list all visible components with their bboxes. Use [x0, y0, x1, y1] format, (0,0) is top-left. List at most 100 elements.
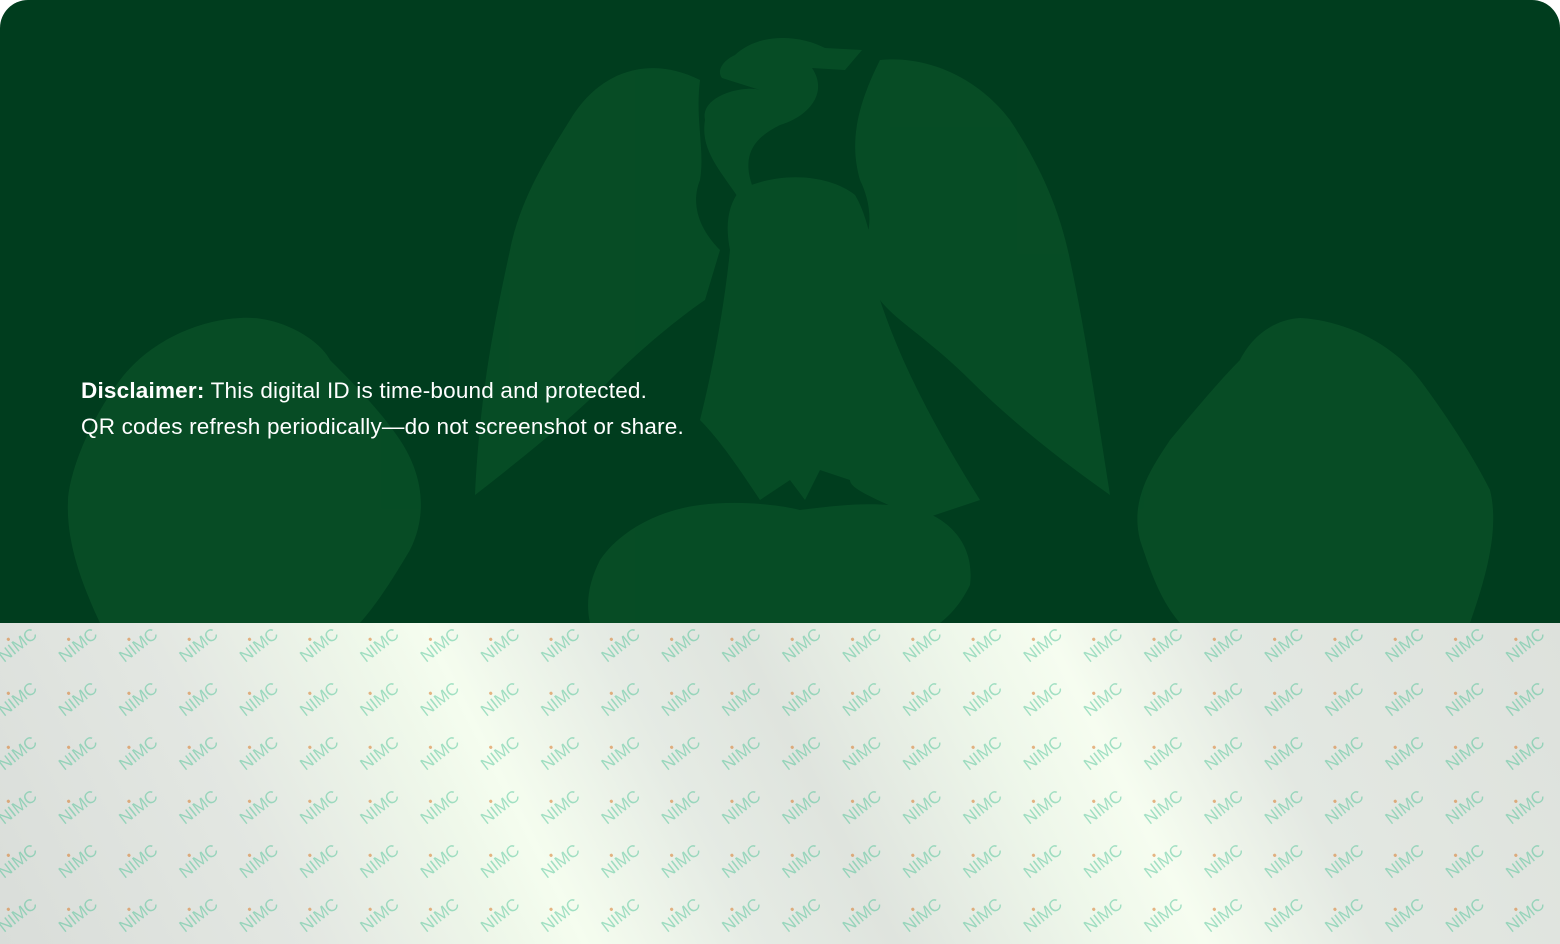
svg-text:NIMC: NIMC: [1080, 894, 1126, 936]
svg-text:NIMC: NIMC: [357, 894, 403, 936]
svg-text:NIMC: NIMC: [296, 840, 342, 882]
svg-text:NIMC: NIMC: [0, 678, 41, 720]
svg-text:NIMC: NIMC: [236, 840, 282, 882]
svg-text:NIMC: NIMC: [598, 678, 644, 720]
svg-text:NIMC: NIMC: [779, 624, 825, 666]
nimc-watermark-mark: NIMC: [1321, 678, 1367, 720]
svg-text:NIMC: NIMC: [1261, 894, 1307, 936]
svg-text:NIMC: NIMC: [176, 840, 222, 882]
nimc-watermark-mark: NIMC: [477, 894, 523, 936]
nimc-watermark-mark: NIMC: [115, 894, 161, 936]
nimc-watermark-mark: NIMC: [1140, 840, 1186, 882]
nimc-watermark-mark: NIMC: [1201, 624, 1247, 666]
svg-text:NIMC: NIMC: [598, 624, 644, 666]
svg-text:NIMC: NIMC: [1502, 840, 1548, 882]
svg-text:NIMC: NIMC: [176, 732, 222, 774]
nimc-watermark-mark: NIMC: [960, 894, 1006, 936]
svg-text:NIMC: NIMC: [718, 624, 764, 666]
svg-text:NIMC: NIMC: [839, 678, 885, 720]
nimc-watermark-mark: NIMC: [537, 678, 583, 720]
nimc-watermark-mark: NIMC: [296, 732, 342, 774]
nimc-watermark-mark: NIMC: [357, 732, 403, 774]
nimc-watermark-mark: NIMC: [1140, 678, 1186, 720]
nimc-watermark-mark: NIMC: [537, 894, 583, 936]
svg-text:NIMC: NIMC: [417, 732, 463, 774]
svg-text:NIMC: NIMC: [537, 840, 583, 882]
svg-text:NIMC: NIMC: [1382, 894, 1428, 936]
nimc-watermark-mark: NIMC: [1321, 840, 1367, 882]
svg-text:NIMC: NIMC: [1321, 624, 1367, 666]
nimc-watermark-mark: NIMC: [1020, 840, 1066, 882]
nimc-watermark-mark: NIMC: [176, 786, 222, 828]
disclaimer-line-1: Disclaimer: This digital ID is time-boun…: [81, 373, 841, 409]
nimc-watermark-mark: NIMC: [115, 624, 161, 666]
svg-text:NIMC: NIMC: [537, 894, 583, 936]
svg-text:NIMC: NIMC: [1502, 786, 1548, 828]
svg-text:NIMC: NIMC: [1382, 678, 1428, 720]
svg-text:NIMC: NIMC: [477, 624, 523, 666]
svg-text:NIMC: NIMC: [1261, 678, 1307, 720]
svg-text:NIMC: NIMC: [1261, 624, 1307, 666]
svg-text:NIMC: NIMC: [1442, 732, 1488, 774]
nimc-watermark-mark: NIMC: [718, 786, 764, 828]
svg-text:NIMC: NIMC: [1201, 732, 1247, 774]
svg-text:NIMC: NIMC: [718, 894, 764, 936]
nimc-watermark-mark: NIMC: [115, 678, 161, 720]
svg-text:NIMC: NIMC: [236, 894, 282, 936]
svg-text:NIMC: NIMC: [115, 678, 161, 720]
svg-text:NIMC: NIMC: [176, 624, 222, 666]
nimc-watermark-mark: NIMC: [176, 624, 222, 666]
nimc-watermark-mark: NIMC: [1261, 786, 1307, 828]
svg-text:NIMC: NIMC: [658, 732, 704, 774]
svg-text:NIMC: NIMC: [1442, 624, 1488, 666]
svg-text:NIMC: NIMC: [236, 732, 282, 774]
nimc-watermark-mark: NIMC: [960, 732, 1006, 774]
nimc-watermark-mark: NIMC: [296, 894, 342, 936]
nimc-watermark-mark: NIMC: [417, 678, 463, 720]
svg-text:NIMC: NIMC: [0, 786, 41, 828]
nimc-watermark-mark: NIMC: [296, 678, 342, 720]
svg-text:NIMC: NIMC: [658, 624, 704, 666]
svg-text:NIMC: NIMC: [417, 840, 463, 882]
nimc-watermark-mark: NIMC: [658, 678, 704, 720]
svg-text:NIMC: NIMC: [0, 732, 41, 774]
nimc-watermark-mark: NIMC: [899, 624, 945, 666]
svg-text:NIMC: NIMC: [55, 840, 101, 882]
nimc-watermark-mark: NIMC: [1020, 678, 1066, 720]
nimc-watermark-mark: NIMC: [1080, 732, 1126, 774]
svg-text:NIMC: NIMC: [1020, 894, 1066, 936]
svg-text:NIMC: NIMC: [960, 840, 1006, 882]
nimc-watermark-mark: NIMC: [839, 624, 885, 666]
nimc-watermark-mark: NIMC: [1080, 786, 1126, 828]
svg-text:NIMC: NIMC: [477, 732, 523, 774]
svg-text:NIMC: NIMC: [779, 786, 825, 828]
nimc-watermark-mark: NIMC: [1382, 894, 1428, 936]
svg-text:NIMC: NIMC: [1201, 678, 1247, 720]
svg-text:NIMC: NIMC: [1140, 786, 1186, 828]
nimc-watermark-mark: NIMC: [1140, 894, 1186, 936]
coat-of-arms-icon: [67, 37, 1494, 623]
svg-text:NIMC: NIMC: [598, 732, 644, 774]
nimc-watermark-mark: NIMC: [899, 894, 945, 936]
svg-text:NIMC: NIMC: [1382, 624, 1428, 666]
nimc-watermark-mark: NIMC: [1020, 786, 1066, 828]
svg-text:NIMC: NIMC: [236, 786, 282, 828]
svg-text:NIMC: NIMC: [960, 678, 1006, 720]
svg-text:NIMC: NIMC: [357, 624, 403, 666]
nimc-watermark-mark: NIMC: [839, 786, 885, 828]
svg-text:NIMC: NIMC: [357, 786, 403, 828]
nimc-watermark-mark: NIMC: [296, 786, 342, 828]
svg-text:NIMC: NIMC: [1321, 894, 1367, 936]
nimc-watermark-mark: NIMC: [658, 624, 704, 666]
svg-text:NIMC: NIMC: [1020, 678, 1066, 720]
svg-text:NIMC: NIMC: [658, 840, 704, 882]
svg-text:NIMC: NIMC: [1020, 624, 1066, 666]
svg-text:NIMC: NIMC: [899, 894, 945, 936]
svg-text:NIMC: NIMC: [1201, 840, 1247, 882]
nimc-watermark-mark: NIMC: [1020, 732, 1066, 774]
nimc-watermark-mark: NIMC: [537, 624, 583, 666]
svg-text:NIMC: NIMC: [477, 786, 523, 828]
svg-text:NIMC: NIMC: [1442, 894, 1488, 936]
svg-text:NIMC: NIMC: [1080, 840, 1126, 882]
svg-text:NIMC: NIMC: [598, 840, 644, 882]
